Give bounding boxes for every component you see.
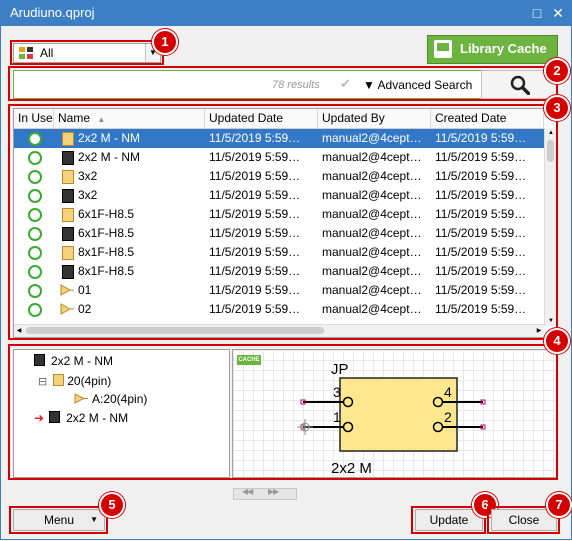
annotation-box-1 [10,40,164,65]
library-cache-label: Library Cache [460,41,547,56]
annotation-badge-5: 5 [99,492,125,518]
window-title: Arudiuno.qproj [10,5,95,20]
maximize-icon[interactable]: □ [528,4,546,22]
window-titlebar: Arudiuno.qproj □ ✕ [0,0,572,26]
annotation-box-2 [8,66,558,101]
close-icon[interactable]: ✕ [549,4,567,22]
annotation-box-4 [8,344,558,480]
annotation-badge-7: 7 [546,492,572,518]
annotation-badge-1: 1 [152,29,178,55]
annotation-badge-3: 3 [544,95,570,121]
library-cache-button[interactable]: Library Cache [427,35,558,64]
splitter-right-icon: ▶▶ [268,487,279,496]
annotation-box-3 [8,104,558,340]
cache-icon [434,40,452,58]
annotation-badge-4: 4 [544,328,570,354]
annotation-box-5 [9,506,108,534]
splitter-left-icon: ◀◀ [242,487,253,496]
pane-splitter[interactable]: ◀◀ ▶▶ [233,487,297,500]
annotation-badge-2: 2 [544,58,570,84]
